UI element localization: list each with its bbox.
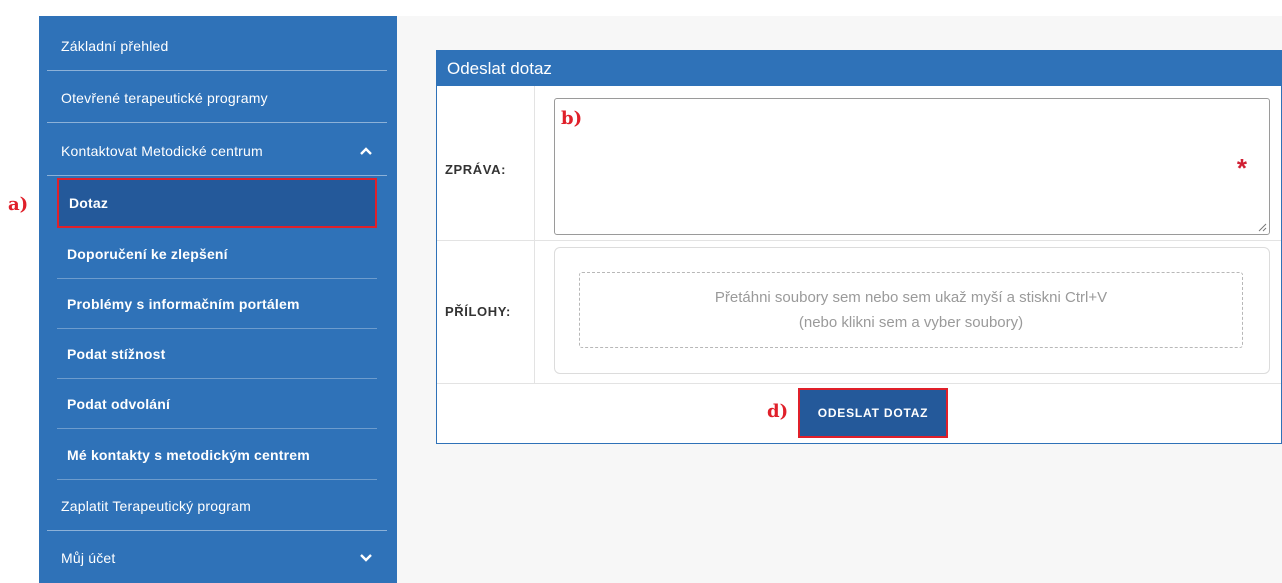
sidebar-subitem-label: Dotaz [69, 195, 109, 211]
sidebar-subitem-label: Podat odvolání [67, 396, 171, 412]
sidebar-item-kontaktovat-centrum[interactable]: Kontaktovat Metodické centrum [47, 126, 387, 176]
divider [437, 383, 1281, 384]
annotation-a: a) [8, 194, 29, 215]
chevron-down-icon[interactable] [359, 551, 373, 565]
required-asterisk-icon: * [1236, 153, 1247, 183]
dropzone-instruction-secondary: (nebo klikni sem a vyber soubory) [798, 314, 1024, 331]
message-textarea[interactable]: * [554, 98, 1270, 235]
attachments-label: PŘÍLOHY: [445, 304, 511, 319]
annotation-d: d) [767, 401, 789, 422]
sidebar-item-label: Základní přehled [61, 38, 169, 54]
resize-handle-icon[interactable] [1258, 223, 1267, 232]
sidebar-subitem-podat-stiznost[interactable]: Podat stížnost [57, 329, 377, 379]
sidebar-item-zaplatit-program[interactable]: Zaplatit Terapeutický program [47, 481, 387, 531]
sidebar-subitem-doporuceni[interactable]: Doporučení ke zlepšení [57, 229, 377, 279]
form-title: Odeslat dotaz [437, 51, 1281, 86]
message-label: ZPRÁVA: [445, 162, 507, 177]
attachments-container: Přetáhni soubory sem nebo sem ukaž myší … [554, 247, 1270, 374]
sidebar-subitem-label: Podat stížnost [67, 346, 166, 362]
divider [437, 240, 1281, 241]
sidebar-item-label: Zaplatit Terapeutický program [61, 498, 251, 514]
chevron-up-icon[interactable] [359, 144, 373, 158]
sidebar-item-label: Kontaktovat Metodické centrum [61, 143, 263, 159]
file-dropzone[interactable]: Přetáhni soubory sem nebo sem ukaž myší … [579, 272, 1243, 348]
submit-query-button[interactable]: ODESLAT DOTAZ [798, 388, 948, 438]
sidebar-subitem-label: Problémy s informačním portálem [67, 296, 300, 312]
divider [534, 241, 535, 383]
sidebar-subitem-dotaz[interactable]: Dotaz [57, 178, 377, 228]
sidebar-item-label: Otevřené terapeutické programy [61, 90, 268, 106]
sidebar-nav: Základní přehled Otevřené terapeutické p… [39, 16, 397, 583]
sidebar-subitem-podat-odvolani[interactable]: Podat odvolání [57, 379, 377, 429]
annotation-b: b) [561, 108, 583, 129]
divider [534, 86, 535, 240]
sidebar-subitem-problemy-portal[interactable]: Problémy s informačním portálem [57, 279, 377, 329]
sidebar-subitem-label: Mé kontakty s metodickým centrem [67, 447, 310, 463]
sidebar-item-zakladni-prehled[interactable]: Základní přehled [47, 21, 387, 71]
dropzone-instruction: Přetáhni soubory sem nebo sem ukaž myší … [714, 289, 1108, 306]
sidebar-item-muj-ucet[interactable]: Můj účet [47, 533, 387, 583]
sidebar-subitem-me-kontakty[interactable]: Mé kontakty s metodickým centrem [57, 430, 377, 480]
sidebar-item-otevrene-programy[interactable]: Otevřené terapeutické programy [47, 73, 387, 123]
sidebar-subitem-label: Doporučení ke zlepšení [67, 246, 228, 262]
query-form-panel: Odeslat dotaz ZPRÁVA: * b) PŘÍLOHY: Přet… [436, 50, 1282, 444]
sidebar-item-label: Můj účet [61, 550, 116, 566]
